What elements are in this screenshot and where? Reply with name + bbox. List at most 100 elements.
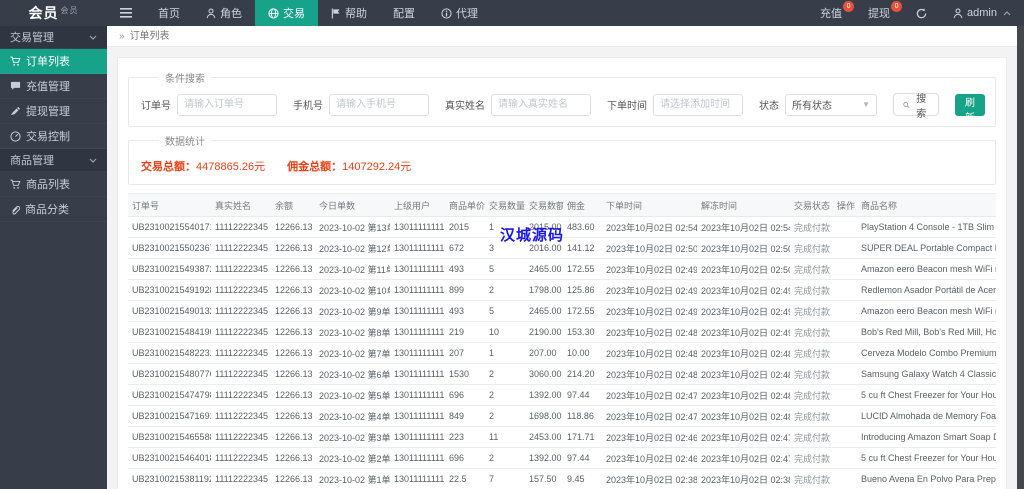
refresh-button[interactable]: 刷新 bbox=[954, 93, 985, 124]
cell-balance: 12266.13 bbox=[271, 384, 315, 406]
cell-parent-user: 13011111111 bbox=[390, 279, 445, 301]
sidebar-item-recharge-management[interactable]: 充值管理 bbox=[0, 74, 107, 99]
sidebar-item-order-list[interactable]: 订单列表 bbox=[0, 49, 107, 74]
table-row: UB2310021549387237 11112222345 12266.13 … bbox=[128, 258, 996, 280]
sidebar-item-label: 商品分类 bbox=[25, 204, 69, 216]
cell-real-name: 11112222345 bbox=[211, 342, 271, 364]
cell-real-name: 11112222345 bbox=[211, 258, 271, 280]
top-nav: 首页 角色 交易 帮助 配置 代理 bbox=[107, 0, 491, 26]
table-row: UB2310021549013294 11112222345 12266.13 … bbox=[128, 300, 996, 322]
refresh-page-button[interactable] bbox=[903, 0, 940, 26]
cell-order-no: UB2310021547169194 bbox=[128, 405, 211, 427]
cell-balance: 12266.13 bbox=[271, 405, 315, 427]
sidebar-section-product-management[interactable]: 商品管理 bbox=[0, 149, 107, 172]
cell-balance: 12266.13 bbox=[271, 300, 315, 322]
cell-unit-price: 672 bbox=[445, 237, 485, 259]
cell-product-name: Introducing Amazon Smart Soap Dispenser,… bbox=[857, 426, 996, 448]
brand-logo[interactable]: 会员 会员 bbox=[0, 0, 107, 26]
tab-agent[interactable]: 代理 bbox=[428, 0, 491, 26]
user-menu[interactable]: admin bbox=[940, 0, 1024, 26]
cell-amount: 2190.00 bbox=[525, 321, 563, 343]
sidebar-item-label: 充值管理 bbox=[26, 81, 70, 93]
cell-parent-user: 13011111111 bbox=[390, 237, 445, 259]
sidebar-item-withdraw-management[interactable]: 提现管理 bbox=[0, 99, 107, 124]
cell-amount: 1798.00 bbox=[525, 279, 563, 301]
cell-order-no: UB2310021549013294 bbox=[128, 300, 211, 322]
sidebar-section-trade-management[interactable]: 交易管理 bbox=[0, 26, 107, 49]
total-commission-value: 1407292.24元 bbox=[342, 161, 412, 173]
cell-action bbox=[833, 363, 857, 385]
tab-config-label: 配置 bbox=[393, 8, 415, 20]
tab-roles-label: 角色 bbox=[220, 8, 242, 20]
sidebar-item-product-list[interactable]: 商品列表 bbox=[0, 172, 107, 197]
cell-parent-user: 13011111111 bbox=[390, 363, 445, 385]
cell-commission: 118.86 bbox=[563, 405, 602, 427]
cell-unit-price: 849 bbox=[445, 405, 485, 427]
cell-today-orders: 2023-10-02 第13单 bbox=[315, 216, 390, 238]
tab-config[interactable]: 配置 bbox=[380, 0, 428, 26]
cell-quantity: 10 bbox=[485, 321, 525, 343]
cell-order-time: 2023年10月02日 02:46:55 bbox=[602, 426, 697, 448]
sidebar-item-trade-control[interactable]: 交易控制 bbox=[0, 124, 107, 149]
table-row: UB2310021548223150 11112222345 12266.13 … bbox=[128, 342, 996, 364]
cell-unit-price: 2015 bbox=[445, 216, 485, 238]
status-select[interactable]: 所有状态 ▼ bbox=[785, 93, 877, 116]
cell-quantity: 2 bbox=[485, 384, 525, 406]
cell-balance: 12266.13 bbox=[271, 216, 315, 238]
cell-action bbox=[833, 300, 857, 322]
cell-status: 完成付款 bbox=[790, 426, 833, 448]
sidebar-item-label: 订单列表 bbox=[26, 56, 70, 68]
search-button[interactable]: 搜 索 bbox=[893, 93, 939, 120]
real-name-input[interactable] bbox=[491, 93, 591, 116]
cell-action bbox=[833, 279, 857, 301]
recharge-button[interactable]: 充值 0 bbox=[807, 0, 855, 26]
search-button-label: 搜 索 bbox=[916, 93, 927, 120]
cell-order-no: UB2310021549192852 bbox=[128, 279, 211, 301]
cell-unit-price: 493 bbox=[445, 300, 485, 322]
person-icon bbox=[206, 7, 216, 18]
cell-today-orders: 2023-10-02 第6单 bbox=[315, 363, 390, 385]
cell-status: 完成付款 bbox=[790, 300, 833, 322]
cell-commission: 9.45 bbox=[563, 468, 602, 489]
cell-action bbox=[833, 405, 857, 427]
cell-parent-user: 13011111111 bbox=[390, 300, 445, 322]
cell-unfreeze-time: 2023年10月02日 02:49:49 bbox=[697, 279, 790, 301]
cell-commission: 125.86 bbox=[563, 279, 602, 301]
order-no-input[interactable] bbox=[177, 93, 277, 116]
cell-parent-user: 13011111111 bbox=[390, 342, 445, 364]
cell-parent-user: 13011111111 bbox=[390, 384, 445, 406]
tab-roles[interactable]: 角色 bbox=[193, 0, 255, 26]
sidebar-item-label: 交易控制 bbox=[26, 131, 70, 143]
cell-unfreeze-time: 2023年10月02日 02:50:09 bbox=[697, 258, 790, 280]
cell-order-time: 2023年10月02日 02:48:22 bbox=[602, 342, 697, 364]
cell-amount: 2016.00 bbox=[525, 237, 563, 259]
cell-quantity: 5 bbox=[485, 300, 525, 322]
hamburger-button[interactable] bbox=[107, 0, 145, 26]
cell-product-name: Amazon eero Beacon mesh WiFi range exten… bbox=[857, 258, 996, 280]
content-card: 条件搜索 订单号 手机号 真实姓名 下单时间 bbox=[117, 57, 1007, 489]
tab-home[interactable]: 首页 bbox=[145, 0, 193, 26]
cell-product-name: Bueno Avena En Polvo Para Preparar Bebid… bbox=[857, 468, 996, 489]
cell-product-name: Cerveza Modelo Combo Premium Pack, 12 Bo… bbox=[857, 342, 996, 364]
cell-unfreeze-time: 2023年10月02日 02:48:52 bbox=[697, 342, 790, 364]
chevron-down-icon bbox=[89, 35, 97, 40]
table-row: UB2310021547479863 11112222345 12266.13 … bbox=[128, 384, 996, 406]
tab-trade[interactable]: 交易 bbox=[255, 0, 318, 26]
sidebar-item-label: 商品列表 bbox=[26, 179, 70, 191]
withdraw-button[interactable]: 提现 0 bbox=[855, 0, 903, 26]
cell-product-name: LUCID Almohada de Memory Foam con esenci… bbox=[857, 405, 996, 427]
order-time-input[interactable] bbox=[653, 93, 743, 116]
sidebar-item-product-category[interactable]: 商品分类 bbox=[0, 197, 107, 222]
cell-status: 完成付款 bbox=[790, 258, 833, 280]
order-no-label: 订单号 bbox=[141, 101, 171, 112]
cell-order-no: UB2310021546401827 bbox=[128, 447, 211, 469]
col-status: 交易状态 bbox=[790, 193, 833, 217]
cell-unit-price: 219 bbox=[445, 321, 485, 343]
cell-unfreeze-time: 2023年10月02日 02:50:53 bbox=[697, 237, 790, 259]
real-name-field: 真实姓名 bbox=[445, 93, 591, 116]
table-row: UB2310021548077676 11112222345 12266.13 … bbox=[128, 363, 996, 385]
phone-input[interactable] bbox=[329, 93, 429, 116]
tab-help[interactable]: 帮助 bbox=[318, 0, 380, 26]
page-scrollbar[interactable] bbox=[1017, 26, 1024, 489]
total-trade-stat: 交易总额：4478865.26元 bbox=[141, 158, 265, 174]
